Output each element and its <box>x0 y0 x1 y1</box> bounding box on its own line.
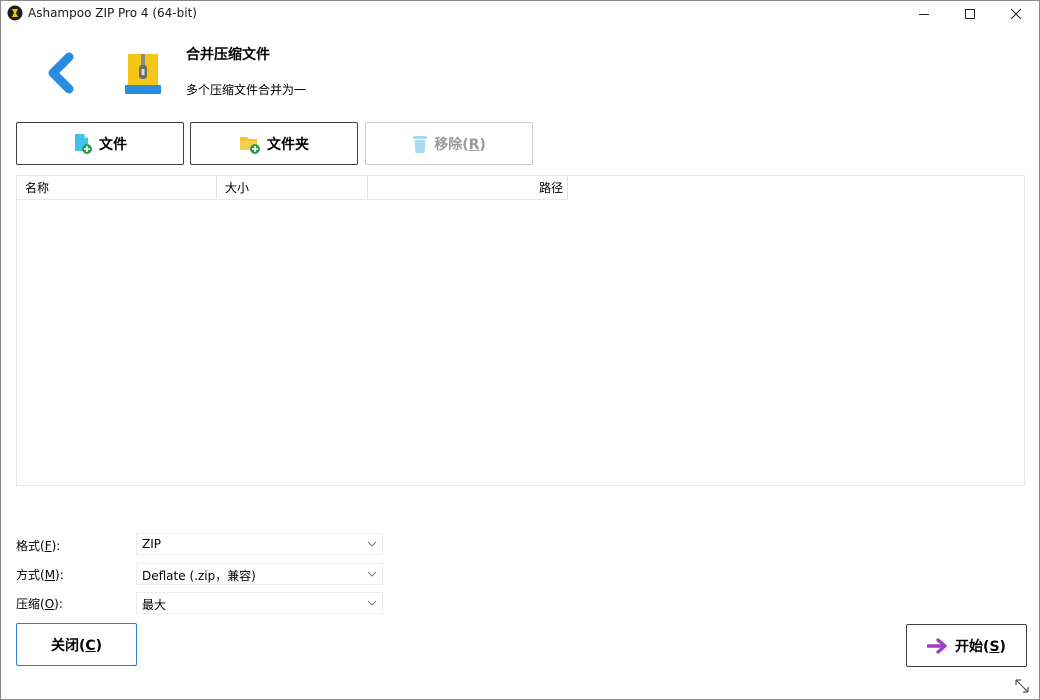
add-file-button[interactable]: 文件 <box>16 122 184 165</box>
app-icon <box>7 5 23 21</box>
chevron-down-icon <box>367 541 377 547</box>
chevron-down-icon <box>367 571 377 577</box>
format-select[interactable]: ZIP <box>136 533 383 555</box>
remove-label: 移除(R) <box>434 136 486 153</box>
back-button[interactable] <box>39 49 85 99</box>
start-button-label: 开始(S) <box>955 638 1006 655</box>
page-title: 合并压缩文件 <box>186 47 270 63</box>
zip-archive-icon <box>125 54 161 94</box>
column-header-name[interactable]: 名称 <box>17 176 217 200</box>
method-select[interactable]: Deflate (.zip，兼容) <box>136 563 383 585</box>
window-title: Ashampoo ZIP Pro 4 (64-bit) <box>28 6 197 20</box>
format-label: 格式(F): <box>16 539 61 553</box>
title-bar: Ashampoo ZIP Pro 4 (64-bit) <box>1 1 1039 27</box>
minimize-icon <box>919 14 929 15</box>
format-value: ZIP <box>142 537 161 551</box>
compression-label: 压缩(O): <box>16 597 63 611</box>
maximize-icon <box>965 9 975 19</box>
add-folder-label: 文件夹 <box>267 136 309 153</box>
add-file-label: 文件 <box>99 136 127 153</box>
remove-button[interactable]: 移除(R) <box>365 122 533 165</box>
column-header-path[interactable]: 路径 <box>368 176 568 200</box>
compression-value: 最大 <box>142 598 167 612</box>
close-button[interactable]: 关闭(C) <box>16 623 137 666</box>
resize-grip-icon[interactable] <box>1013 677 1031 695</box>
method-label: 方式(M): <box>16 568 64 582</box>
file-list-body[interactable] <box>17 201 1024 484</box>
minimize-button[interactable] <box>901 1 947 27</box>
add-folder-icon <box>240 136 260 154</box>
page-subtitle: 多个压缩文件合并为一 <box>186 83 307 97</box>
arrow-right-icon <box>927 637 947 654</box>
close-window-button[interactable] <box>993 1 1039 27</box>
add-folder-button[interactable]: 文件夹 <box>190 122 358 165</box>
main-window: Ashampoo ZIP Pro 4 (64-bit) 合并压缩文件 多个压缩文… <box>0 0 1040 700</box>
compression-select[interactable]: 最大 <box>136 592 383 614</box>
method-value: Deflate (.zip，兼容) <box>142 569 256 583</box>
file-list[interactable]: 名称 大小 路径 <box>16 175 1025 486</box>
add-file-icon <box>75 133 92 154</box>
chevron-left-icon <box>48 52 74 94</box>
chevron-down-icon <box>367 600 377 606</box>
close-button-label: 关闭(C) <box>50 637 103 654</box>
close-icon <box>1010 8 1022 20</box>
start-button[interactable]: 开始(S) <box>906 624 1027 667</box>
trash-icon <box>413 135 428 153</box>
column-header-size[interactable]: 大小 <box>218 176 368 200</box>
maximize-button[interactable] <box>947 1 993 27</box>
